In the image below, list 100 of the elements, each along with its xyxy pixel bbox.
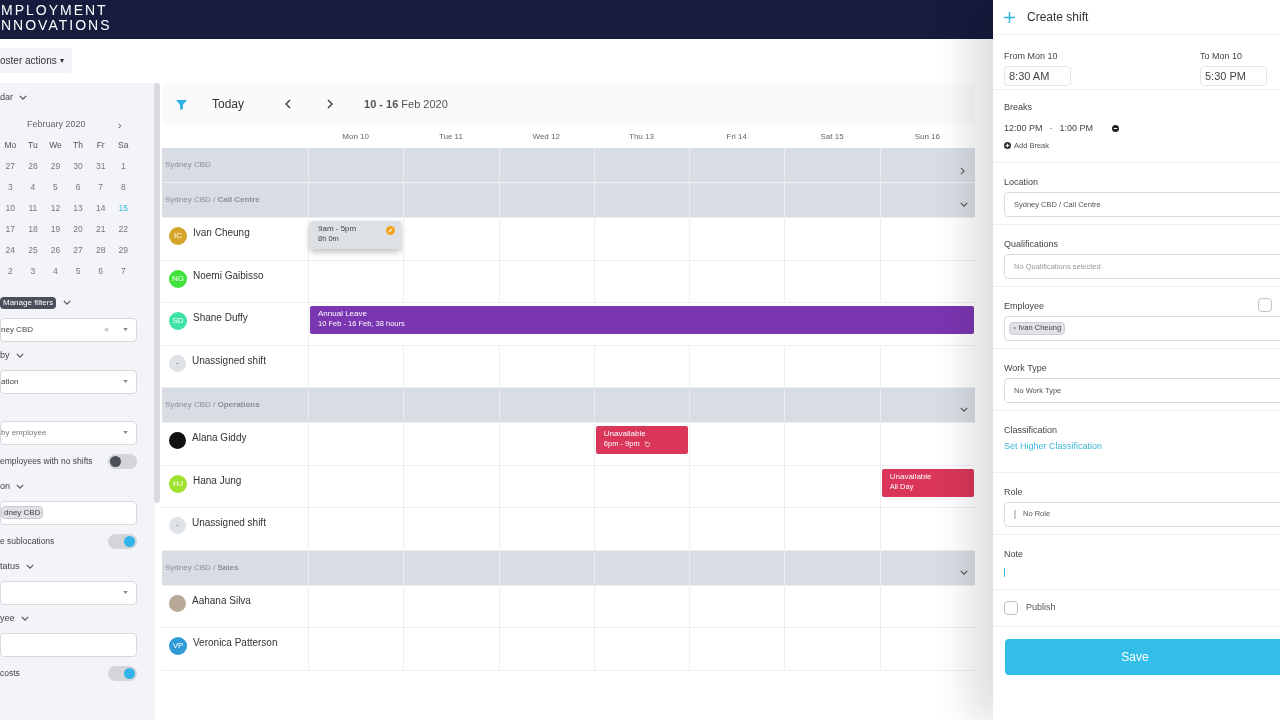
toggle-switch[interactable] [108,454,137,469]
calendar-day[interactable]: 29 [111,239,135,261]
plus-icon [1004,11,1015,23]
employee-name: Shane Duffy [193,311,248,325]
location-label: Sydney CBD / Sales [164,561,240,574]
calendar-day[interactable]: 17 [0,218,22,240]
calendar-day[interactable]: 22 [111,218,135,240]
chevron-down-icon [19,95,27,101]
time-label: To Mon 10 [1200,50,1243,63]
chevron-down-icon [25,564,34,569]
dropdown-caret-icon [123,380,128,383]
calendar-day[interactable]: 3 [0,176,22,198]
field-label: Work Type [1004,362,1047,375]
field-label: Employee [1004,300,1045,313]
field-label: Role [1004,486,1023,499]
select-field[interactable]: ation [0,369,137,394]
next-month-button[interactable]: › [118,118,122,131]
day-header: Fri 14 [725,130,748,143]
calendar-day[interactable]: 3 [21,260,45,282]
location-label: Sydney CBD / Operations [164,399,261,411]
employee-name: Noemi Gaibisso [193,268,264,283]
edit-icon [386,226,396,235]
calendar-day[interactable]: 5 [66,260,90,282]
chevron-down-icon [960,202,968,207]
calendar-day[interactable]: 13 [66,197,90,219]
day-header: Thu 13 [628,130,655,143]
select-field[interactable]: ney CBD × [0,317,137,342]
section-heading: by [0,348,10,362]
calendar-day[interactable]: 20 [66,218,90,240]
calendar-day[interactable]: 19 [44,218,67,240]
remove-break-button[interactable] [1112,124,1120,132]
classification-link[interactable]: Set Higher Classification [1004,439,1103,453]
toggle-label: costs [0,667,21,680]
today-button[interactable]: Today [212,95,245,113]
calendar-day[interactable]: 29 [44,155,67,177]
calendar-day[interactable]: 25 [21,239,45,261]
calendar-day[interactable]: 14 [89,197,112,219]
day-header: Tue 11 [437,130,464,143]
separator: · [1049,121,1053,135]
avatar: VP [169,637,187,655]
tag-input-field[interactable]: dney CBD [0,500,137,525]
time-input-field[interactable]: 5:30 PM [1200,65,1267,86]
calendar-day[interactable]: 6 [89,260,112,282]
select-field[interactable] [0,580,137,605]
calendar-day[interactable]: 5 [44,176,67,198]
weekday-label: Mo [3,138,18,152]
weekday-label: We [48,138,63,152]
time-input-field[interactable]: 8:30 AM [1004,65,1071,86]
clear-icon[interactable]: × [104,323,109,336]
chevron-down-icon [960,407,968,412]
calendar-day[interactable]: 28 [21,155,45,177]
logo-text: NNOVATIONS [1,17,112,33]
calendar-day[interactable]: 4 [44,260,67,282]
avatar: IC [169,227,187,245]
weekday-label: Tu [27,138,39,152]
avatar: SD [169,312,187,330]
calendar-day[interactable]: 27 [66,239,90,261]
dropdown-caret-icon [123,431,128,434]
calendar-day[interactable]: 26 [44,239,67,261]
dropdown-caret-icon [123,591,128,594]
calendar-day[interactable]: 6 [66,176,90,198]
calendar-day[interactable]: 28 [89,239,112,261]
break-start-time: 12:00 PM [1004,121,1043,135]
calendar-day[interactable]: 30 [66,155,90,177]
toggle-label: e sublocations [0,535,56,548]
calendar-day[interactable]: 8 [111,176,135,198]
event-title: Unavailable [603,429,646,439]
employee-name: Veronica Patterson [193,636,278,650]
panel-title: Create shift [1027,9,1089,26]
section-heading: dar [0,91,13,104]
section-heading: yee [0,611,15,625]
roster-actions-button[interactable]: oster actions ▾ [0,48,72,73]
weekday-label: Fr [95,138,106,152]
calendar-day[interactable]: 11 [21,197,45,219]
calendar-day[interactable]: 2 [0,260,22,282]
calendar-day[interactable]: 7 [111,260,135,282]
employee-name: Ivan Cheung [193,226,250,240]
employee-name: Unassigned shift [192,353,266,368]
event-title: 9am - 5pm [318,224,357,234]
publish-checkbox[interactable] [1004,601,1018,615]
calendar-day[interactable]: 7 [89,176,112,198]
text-input-field[interactable] [0,632,137,657]
calendar-day[interactable]: 21 [89,218,112,240]
location-tag: dney CBD [1,506,44,519]
toggle-switch[interactable] [108,666,137,681]
calendar-day[interactable]: 31 [89,155,112,177]
employee-name: Unassigned shift [192,516,266,530]
manage-filters-button[interactable]: Manage filters [0,296,57,309]
chevron-down-icon [63,300,72,305]
calendar-day[interactable]: 18 [21,218,45,240]
toggle-switch[interactable] [108,534,137,549]
calendar-day[interactable]: 1 [111,155,135,177]
calendar-day[interactable]: 27 [0,155,22,177]
calendar-day[interactable]: 4 [21,176,45,198]
day-header: Sun 16 [913,130,941,143]
calendar-day[interactable]: 10 [0,197,22,219]
calendar-day[interactable]: 12 [44,197,67,219]
checkbox[interactable] [1258,298,1272,312]
select-field[interactable]: by employee [0,420,137,445]
calendar-day[interactable]: 24 [0,239,22,261]
